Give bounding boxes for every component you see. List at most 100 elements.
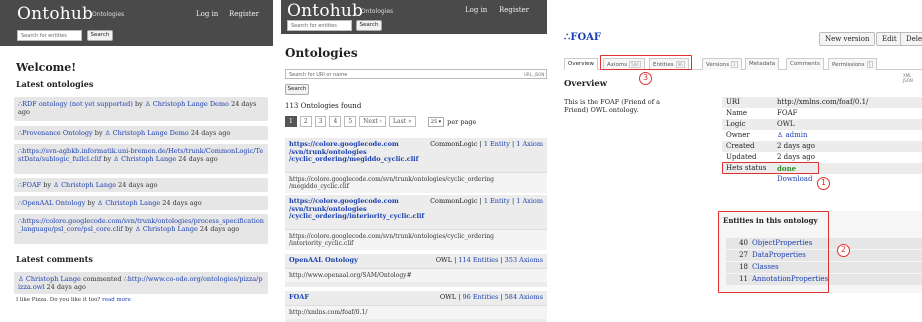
login-link[interactable]: Log in <box>196 10 218 18</box>
new-version-button[interactable]: New version <box>819 32 876 46</box>
tab-versions[interactable]: Versions 1 <box>702 58 742 70</box>
owner-link[interactable]: ♙ admin <box>777 130 808 141</box>
timestamp: 24 days ago <box>190 129 231 137</box>
ontology-link[interactable]: ∴Provenance Ontology <box>18 129 93 137</box>
by-text: by <box>134 100 143 108</box>
ontology-meta: CommonLogic | 1 Entity | 1 Axiom <box>430 197 543 205</box>
search-button[interactable]: Search <box>356 20 382 31</box>
url-line: https://colore.googlecode.com/svn/trunk/… <box>289 176 494 183</box>
list-item: ∴Provenance Ontology by ♙ Christoph Lang… <box>14 126 268 140</box>
nav-ontologies-link[interactable]: Ontologies <box>361 8 393 15</box>
comment-verb: commented <box>82 275 122 283</box>
nav-ontologies-link[interactable]: Ontologies <box>92 11 124 18</box>
ontology-url: https://colore.googlecode.com/svn/trunk/… <box>285 172 547 193</box>
author-link[interactable]: ♙ Christoph Lange Demo <box>145 100 229 108</box>
list-item: ∴OpenAAL Ontology by ♙ Christoph Lange 2… <box>14 196 268 210</box>
tab-label: Comments <box>790 61 820 67</box>
brand-logo[interactable]: Ontohub <box>287 1 363 21</box>
next-page-button[interactable]: Next › <box>359 116 387 127</box>
axioms-link[interactable]: 584 Axioms <box>505 293 543 301</box>
axioms-link[interactable]: 1 Axiom <box>516 197 543 205</box>
ontology-detail-panel: ∴FOAF New version Edit Delete Overview A… <box>555 0 922 322</box>
page-1-button[interactable]: 1 <box>285 116 297 127</box>
top-navbar: Ontohub Ontologies Log in Register Searc… <box>281 0 547 34</box>
tab-label: Permissions <box>832 62 865 68</box>
per-page-select[interactable]: 25 ▾ <box>427 116 445 127</box>
ontology-url: http://xmlns.com/foaf/0.1/ <box>285 305 547 319</box>
entities-link[interactable]: 1 Entity <box>484 140 510 148</box>
tab-metadata[interactable]: Metadata <box>745 58 780 70</box>
ontology-meta: OWL | 96 Entities | 584 Axioms <box>439 293 543 301</box>
edit-button[interactable]: Edit <box>876 32 903 46</box>
results-count: 113 Ontologies found <box>285 102 362 110</box>
list-item: ∴https://svn-agbkb.informatik.uni-bremen… <box>14 144 268 174</box>
by-text: by <box>87 199 96 207</box>
comment-item: ♙ Christoph Lange commented ∴http://www.… <box>14 272 268 294</box>
author-link[interactable]: ♙ Christoph Lange Demo <box>105 129 189 137</box>
register-link[interactable]: Register <box>499 6 529 14</box>
entities-link[interactable]: 96 Entities <box>463 293 499 301</box>
info-key: Created <box>726 142 755 150</box>
comment-author-link[interactable]: ♙ Christoph Lange <box>18 275 81 283</box>
author-link[interactable]: ♙ Christoph Lange <box>135 225 198 233</box>
author-link[interactable]: ♙ Christoph Lange <box>97 199 160 207</box>
ontology-card: https://colore.googlecode.com /svn/trunk… <box>285 138 547 193</box>
page-2-button[interactable]: 2 <box>299 116 312 127</box>
highlight-hets-status <box>722 162 819 174</box>
search-button[interactable]: Search <box>87 30 113 41</box>
chevron-down-icon: ▾ <box>438 118 442 125</box>
logic-label: OWL <box>439 293 457 301</box>
delete-button[interactable]: Delete <box>900 32 922 46</box>
login-link[interactable]: Log in <box>465 6 487 14</box>
register-link[interactable]: Register <box>229 10 259 18</box>
export-format-hint: XML JSON <box>903 73 913 83</box>
read-more-link[interactable]: read more <box>102 297 131 303</box>
ontology-link[interactable]: ∴RDF ontology (not yet supported) <box>18 100 133 108</box>
ontology-link[interactable]: ∴OpenAAL Ontology <box>18 199 85 207</box>
ontology-link[interactable]: ∴FOAF <box>18 181 41 189</box>
entity-search-input[interactable]: Search for entities <box>287 20 352 31</box>
info-value: http://xmlns.com/foaf/0.1/ <box>777 98 869 106</box>
table-row: URI http://xmlns.com/foaf/0.1/ <box>722 97 922 108</box>
tab-label: Metadata <box>749 61 776 67</box>
page-4-button[interactable]: 4 <box>329 116 342 127</box>
logic-label: CommonLogic <box>430 197 478 205</box>
tab-label: Versions <box>706 62 730 68</box>
download-link[interactable]: Download <box>777 174 812 185</box>
search-format-hint: URL, JSON <box>524 72 545 77</box>
axioms-link[interactable]: 1 Axiom <box>516 140 543 148</box>
info-key: URI <box>726 98 740 106</box>
author-link[interactable]: ♙ Christoph Lange <box>113 155 176 163</box>
entity-search-input[interactable]: Search for entities <box>17 30 82 41</box>
table-row: Created 2 days ago <box>722 141 922 152</box>
ontology-card: FOAF OWL | 96 Entities | 584 Axioms http… <box>285 291 547 322</box>
info-value: FOAF <box>777 109 798 117</box>
ontology-search-input[interactable]: Search for URI or name <box>285 69 547 79</box>
page-3-button[interactable]: 3 <box>314 116 327 127</box>
comment-text: I like Pizza. Do you like it too? <box>16 297 101 303</box>
url-line: /interiority_cyclic.clif <box>289 240 354 247</box>
tab-comments[interactable]: Comments <box>786 58 824 70</box>
page-title: Ontologies <box>285 46 358 60</box>
ontology-card: OpenAAL Ontology OWL | 114 Entities | 35… <box>285 254 547 287</box>
tab-overview[interactable]: Overview <box>564 58 598 70</box>
search-button[interactable]: Search <box>285 84 309 95</box>
table-row: Name FOAF <box>722 108 922 119</box>
brand-logo[interactable]: Ontohub <box>17 4 93 24</box>
last-page-button[interactable]: Last » <box>389 116 416 127</box>
timestamp: 24 days ago <box>162 199 202 207</box>
marker-1: 1 <box>817 177 830 190</box>
tab-permissions[interactable]: Permissions 1 <box>828 58 878 70</box>
page-5-button[interactable]: 5 <box>344 116 357 127</box>
timestamp: 24 days ago <box>178 155 218 163</box>
info-value: 2 days ago <box>777 142 815 150</box>
author-link[interactable]: ♙ Christoph Lange <box>53 181 116 189</box>
url-line: http://xmlns.com/foaf/0.1/ <box>289 309 368 316</box>
tab-count: 1 <box>866 61 874 68</box>
entities-link[interactable]: 114 Entities <box>458 256 498 264</box>
axioms-link[interactable]: 353 Axioms <box>505 256 543 264</box>
info-value: OWL <box>777 120 795 128</box>
by-text: by <box>43 181 52 189</box>
by-text: by <box>125 225 133 233</box>
entities-link[interactable]: 1 Entity <box>484 197 510 205</box>
